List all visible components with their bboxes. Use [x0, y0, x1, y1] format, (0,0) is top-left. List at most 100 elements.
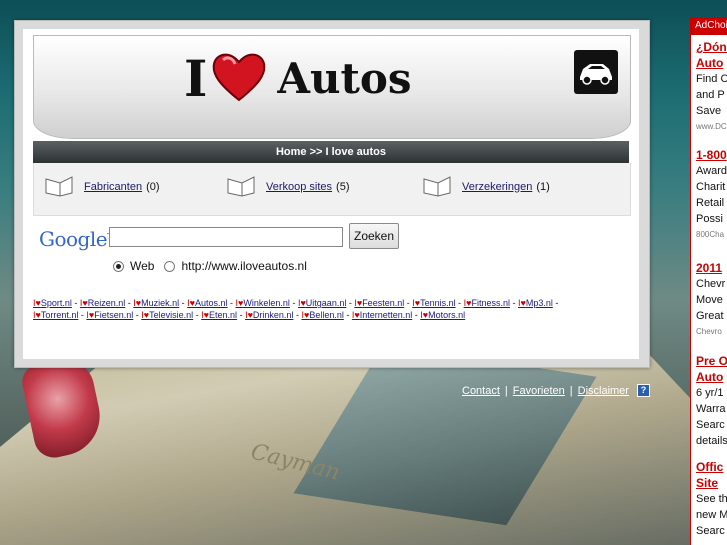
ad-item[interactable]: 1-800 Award Charit Retail Possi 800Cha — [696, 147, 727, 243]
category-item: Verkoop sites (5) — [226, 173, 350, 200]
network-links: I♥Sport.nl - I♥Reizen.nl - I♥Muziek.nl -… — [33, 297, 623, 321]
ad-title[interactable]: Auto — [696, 55, 727, 71]
separator: - — [343, 310, 352, 320]
love-prefix: I♥ — [517, 298, 526, 308]
google-logo-text: Google — [39, 227, 108, 251]
ad-title[interactable]: Pre O — [696, 353, 727, 369]
love-prefix: I♥ — [420, 310, 429, 320]
network-link[interactable]: I♥Muziek.nl — [133, 298, 179, 308]
site-logo[interactable]: I Autos — [184, 48, 412, 108]
separator: - — [455, 298, 464, 308]
network-link[interactable]: I♥Reizen.nl — [80, 298, 125, 308]
radio-web-label: Web — [130, 259, 155, 273]
love-prefix: I♥ — [351, 310, 360, 320]
ad-item[interactable]: Pre O Auto 6 yr/1 Warra Searc details — [696, 353, 727, 449]
network-link[interactable]: I♥Motors.nl — [420, 310, 465, 320]
network-link[interactable]: I♥Bellen.nl — [301, 310, 343, 320]
separator: | — [504, 384, 508, 397]
love-prefix: I♥ — [141, 310, 150, 320]
separator: | — [569, 384, 573, 397]
network-link[interactable]: I♥Mp3.nl — [518, 298, 553, 308]
logo-i: I — [184, 48, 208, 108]
love-prefix: I♥ — [235, 298, 244, 308]
category-list: Fabricanten (0) Verkoop sites (5) Verzek… — [33, 163, 631, 216]
network-link[interactable]: I♥Uitgaan.nl — [298, 298, 346, 308]
google-search-form: GoogleTM Zoeken Web http://www.iloveauto… — [37, 223, 637, 283]
ad-url: www.DC — [696, 122, 727, 131]
ad-line: Warra — [696, 403, 726, 415]
ad-title[interactable]: 2011 — [696, 260, 725, 276]
contact-link[interactable]: Contact — [462, 385, 500, 397]
network-link[interactable]: I♥Internetten.nl — [352, 310, 412, 320]
network-link[interactable]: I♥Tennis.nl — [412, 298, 455, 308]
love-prefix: I♥ — [201, 310, 210, 320]
ad-line: Find C — [696, 73, 727, 85]
network-link[interactable]: I♥Televisie.nl — [141, 310, 193, 320]
category-item: Fabricanten (0) — [44, 173, 160, 200]
google-logo: GoogleTM — [39, 227, 118, 251]
category-link-verkoop-sites[interactable]: Verkoop sites — [266, 181, 332, 193]
ad-line: Save — [696, 105, 722, 117]
ad-item[interactable]: Offic Site See th new M Searc — [696, 459, 727, 539]
network-links-row-2: I♥Torrent.nl - I♥Fietsen.nl - I♥Televisi… — [33, 309, 623, 321]
ad-item[interactable]: 2011 Chevr Move Great Chevro — [696, 260, 725, 340]
breadcrumb: Home >> I love autos — [33, 141, 629, 163]
love-prefix: I♥ — [245, 310, 253, 320]
category-link-fabricanten[interactable]: Fabricanten — [84, 181, 142, 193]
search-scope: Web http://www.iloveautos.nl — [113, 259, 307, 273]
footer-links: Contact | Favorieten | Disclaimer ? — [462, 384, 650, 397]
network-link[interactable]: I♥Eten.nl — [201, 310, 237, 320]
network-links-row-1: I♥Sport.nl - I♥Reizen.nl - I♥Muziek.nl -… — [33, 297, 623, 309]
separator: - — [227, 298, 236, 308]
separator: - — [289, 298, 298, 308]
search-button[interactable]: Zoeken — [349, 223, 399, 249]
ad-item[interactable]: ¿Dónde Auto Find C and P Save www.DC — [696, 39, 727, 135]
radio-site[interactable] — [164, 260, 176, 272]
ad-title[interactable]: 1-800 — [696, 147, 727, 163]
ad-line: Move — [696, 294, 723, 306]
ad-title[interactable]: ¿Dónde — [696, 39, 727, 55]
love-prefix: I♥ — [33, 310, 41, 320]
love-prefix: I♥ — [79, 298, 88, 308]
search-input[interactable] — [109, 227, 343, 247]
ad-line: Searc — [696, 525, 725, 537]
network-link[interactable]: I♥Drinken.nl — [245, 310, 293, 320]
ad-line: Chevr — [696, 278, 726, 290]
car-icon — [574, 50, 618, 94]
network-link[interactable]: I♥Torrent.nl — [33, 310, 78, 320]
separator: - — [179, 298, 188, 308]
ad-title[interactable]: Site — [696, 475, 727, 491]
site-header: I Autos — [33, 35, 631, 139]
network-link[interactable]: I♥Winkelen.nl — [236, 298, 290, 308]
network-link[interactable]: I♥Fitness.nl — [464, 298, 510, 308]
folder-icon — [422, 173, 452, 200]
ad-column: AdChoices ¿Dónde Auto Find C and P Save … — [690, 17, 727, 545]
folder-icon — [226, 173, 256, 200]
network-link[interactable]: I♥Sport.nl — [33, 298, 72, 308]
help-icon[interactable]: ? — [636, 384, 650, 397]
radio-web[interactable] — [113, 260, 124, 272]
ad-line: Searc — [696, 419, 725, 431]
ad-line: new M — [696, 509, 727, 521]
ad-url: 800Cha — [696, 230, 725, 239]
ad-title[interactable]: Auto — [696, 369, 727, 385]
adchoices-header[interactable]: AdChoices — [691, 17, 727, 35]
network-link[interactable]: I♥Fietsen.nl — [86, 310, 133, 320]
separator: - — [509, 298, 518, 308]
category-count: (5) — [336, 180, 350, 193]
category-item: Verzekeringen (1) — [422, 173, 550, 200]
disclaimer-link[interactable]: Disclaimer — [578, 385, 629, 397]
love-prefix: I♥ — [86, 310, 95, 320]
network-link[interactable]: I♥Feesten.nl — [354, 298, 404, 308]
ad-title[interactable]: Offic — [696, 459, 727, 475]
category-count: (0) — [146, 180, 160, 193]
love-prefix: I♥ — [301, 310, 310, 320]
heart-icon — [211, 50, 267, 106]
love-prefix: I♥ — [463, 298, 472, 308]
category-link-verzekeringen[interactable]: Verzekeringen — [462, 181, 532, 193]
favorieten-link[interactable]: Favorieten — [513, 385, 565, 397]
network-link[interactable]: I♥Autos.nl — [187, 298, 227, 308]
ad-line: details — [696, 435, 727, 447]
love-prefix: I♥ — [412, 298, 421, 308]
separator: - — [71, 298, 80, 308]
